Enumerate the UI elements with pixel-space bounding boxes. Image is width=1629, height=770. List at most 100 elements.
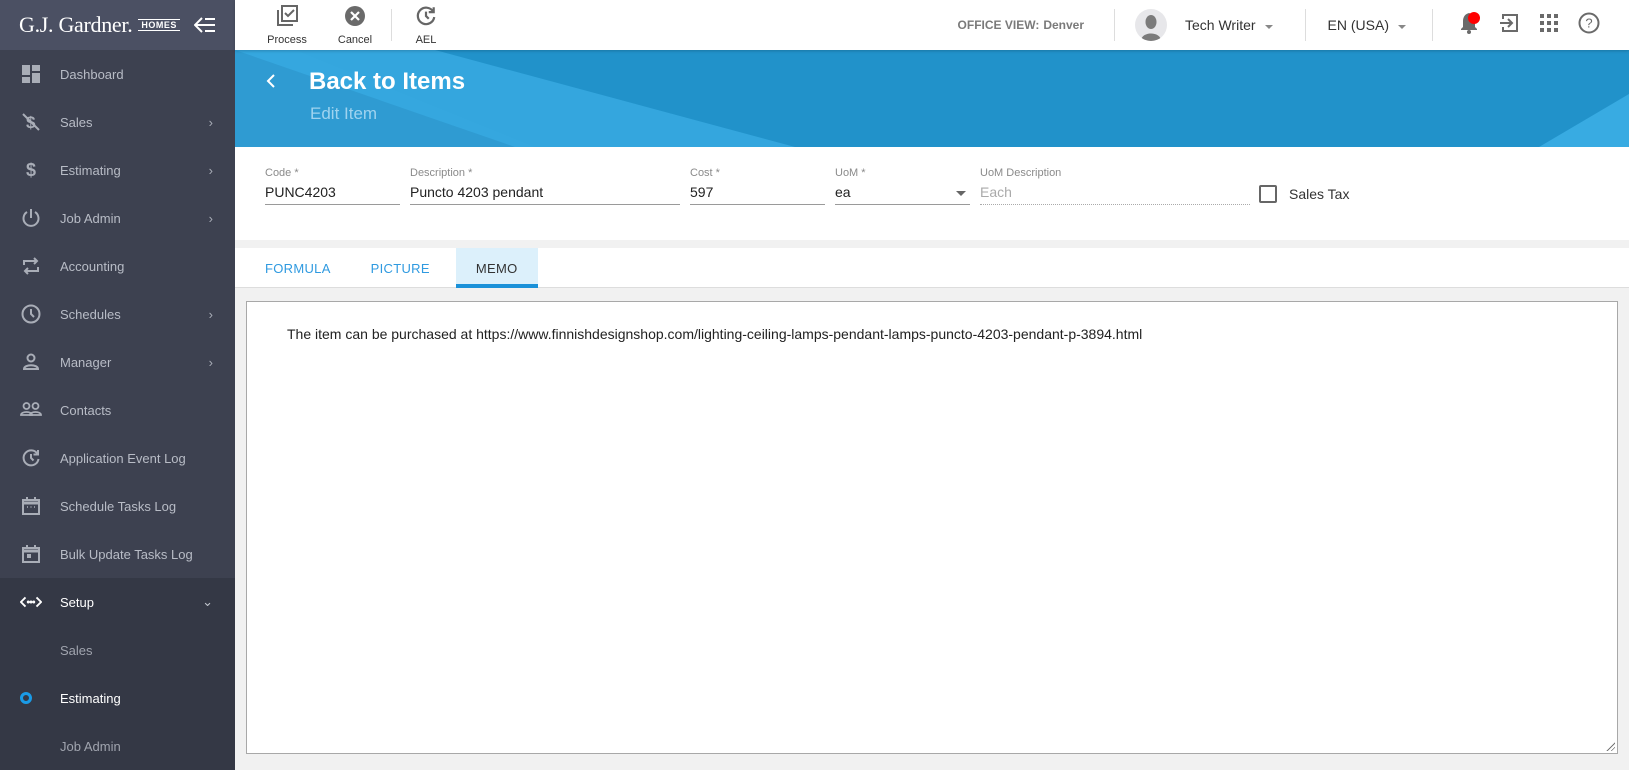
uom-label: UoM * xyxy=(835,167,866,179)
page-subtitle: Edit Item xyxy=(310,104,378,123)
tab-formula[interactable]: FORMULA xyxy=(245,248,351,288)
swap-arrows-icon xyxy=(20,255,42,277)
checkbox-icon[interactable] xyxy=(1259,185,1277,203)
sidebar-item-schedules[interactable]: Schedules › xyxy=(0,290,235,338)
top-bar: Process Cancel AEL OFFICE VIEW: Denver Te… xyxy=(235,0,1629,50)
sales-tax-label: Sales Tax xyxy=(1289,186,1350,202)
sidebar-item-application-event-log[interactable]: Application Event Log xyxy=(0,434,235,482)
cost-label: Cost * xyxy=(690,167,720,179)
calendar-event-icon xyxy=(20,543,42,565)
user-menu[interactable]: Tech Writer xyxy=(1115,9,1305,41)
chevron-right-icon: › xyxy=(208,354,213,370)
description-input[interactable]: Puncto 4203 pendant xyxy=(410,183,680,205)
dropdown-arrow-icon xyxy=(956,191,966,196)
caret-down-icon xyxy=(1398,24,1406,29)
dashboard-icon xyxy=(20,63,42,85)
logout-button[interactable] xyxy=(1489,5,1529,45)
grid-icon xyxy=(1540,13,1558,37)
chevron-down-icon: ⌄ xyxy=(202,594,213,609)
sidebar-subitem-estimating[interactable]: Estimating xyxy=(0,674,235,722)
sidebar-item-schedule-tasks-log[interactable]: Schedule Tasks Log xyxy=(0,482,235,530)
sidebar-item-label: Estimating xyxy=(60,162,121,178)
resize-handle-icon[interactable] xyxy=(1605,741,1615,751)
code-label: Code * xyxy=(265,167,299,179)
sidebar-subitem-label: Sales xyxy=(60,642,93,658)
back-to-items-link[interactable]: Back to Items xyxy=(265,68,465,96)
sales-tax-checkbox[interactable]: Sales Tax xyxy=(1259,185,1349,203)
tab-picture[interactable]: PICTURE xyxy=(351,248,450,288)
cancel-button[interactable]: Cancel xyxy=(321,0,389,50)
cost-field[interactable]: Cost * 597 xyxy=(690,167,825,205)
brand-logo-sub: HOMES xyxy=(138,19,180,31)
sidebar-item-setup[interactable]: Setup ⌄ xyxy=(0,578,235,626)
help-icon: ? xyxy=(1578,12,1600,39)
user-name: Tech Writer xyxy=(1185,17,1256,33)
page-banner: Back to Items Edit Item xyxy=(235,50,1629,147)
sidebar-item-sales[interactable]: $ Sales › xyxy=(0,98,235,146)
svg-text:$: $ xyxy=(26,160,36,180)
sidebar-subitem-sales[interactable]: Sales xyxy=(0,626,235,674)
uom-description-field: UoM Description Each xyxy=(980,167,1250,205)
sidebar-subitem-label: Job Admin xyxy=(60,738,121,754)
dollar-icon: $ xyxy=(20,159,42,181)
caret-down-icon xyxy=(1264,24,1273,29)
chevron-right-icon: › xyxy=(208,306,213,322)
history-icon xyxy=(415,5,437,32)
history-icon xyxy=(20,447,42,469)
office-view-label: OFFICE VIEW: xyxy=(957,18,1040,32)
person-icon xyxy=(20,351,42,373)
sidebar-item-accounting[interactable]: Accounting xyxy=(0,242,235,290)
memo-text: The item can be purchased at https://www… xyxy=(287,326,1143,342)
sidebar-item-label: Schedule Tasks Log xyxy=(60,498,177,514)
sidebar-subitem-job-admin[interactable]: Job Admin xyxy=(0,722,235,770)
apps-button[interactable] xyxy=(1529,5,1569,45)
sidebar-item-job-admin[interactable]: Job Admin › xyxy=(0,194,235,242)
sidebar-item-label: Setup xyxy=(60,594,94,610)
item-tabs: FORMULA PICTURE MEMO xyxy=(235,248,1629,288)
chevron-right-icon: › xyxy=(208,114,213,130)
help-button[interactable]: ? xyxy=(1569,5,1609,45)
cancel-label: Cancel xyxy=(337,33,373,46)
process-button[interactable]: Process xyxy=(253,0,321,50)
memo-textarea[interactable]: The item can be purchased at https://www… xyxy=(246,301,1618,754)
uom-select[interactable]: ea xyxy=(835,183,970,205)
code-icon xyxy=(20,591,42,613)
ael-button[interactable]: AEL xyxy=(392,0,460,50)
chevron-right-icon: › xyxy=(208,210,213,226)
cancel-icon xyxy=(344,5,366,32)
tab-memo[interactable]: MEMO xyxy=(455,248,538,288)
uom-description-input: Each xyxy=(980,183,1250,205)
collapse-sidebar-icon[interactable] xyxy=(193,17,216,33)
avatar xyxy=(1135,9,1167,41)
sidebar-item-contacts[interactable]: Contacts xyxy=(0,386,235,434)
process-label: Process xyxy=(267,33,307,46)
code-field[interactable]: Code * PUNC4203 xyxy=(265,167,400,205)
office-view-value: Denver xyxy=(1043,18,1084,32)
people-icon xyxy=(20,399,42,421)
logo-bar: G.J. Gardner. HOMES xyxy=(0,0,235,50)
sales-dollar-off-icon: $ xyxy=(20,111,42,133)
sidebar: G.J. Gardner. HOMES Dashboard $ Sales › … xyxy=(0,0,235,770)
language-select[interactable]: EN (USA) xyxy=(1306,17,1432,33)
svg-text:?: ? xyxy=(1585,15,1592,30)
sidebar-item-bulk-update-tasks-log[interactable]: Bulk Update Tasks Log xyxy=(0,530,235,578)
chevron-left-icon xyxy=(265,72,309,93)
language-value: EN (USA) xyxy=(1327,17,1389,33)
sidebar-item-estimating[interactable]: $ Estimating › xyxy=(0,146,235,194)
sidebar-item-label: Dashboard xyxy=(60,66,124,82)
notification-badge xyxy=(1468,12,1480,24)
sidebar-item-manager[interactable]: Manager › xyxy=(0,338,235,386)
cost-input[interactable]: 597 xyxy=(690,183,825,205)
description-field[interactable]: Description * Puncto 4203 pendant xyxy=(410,167,680,205)
clock-icon xyxy=(20,303,42,325)
exit-icon xyxy=(1499,13,1519,38)
notifications-button[interactable] xyxy=(1449,5,1489,45)
sidebar-item-dashboard[interactable]: Dashboard xyxy=(0,50,235,98)
uom-field[interactable]: UoM * ea xyxy=(835,167,970,205)
page-title: Back to Items xyxy=(309,68,466,95)
chevron-right-icon: › xyxy=(208,162,213,178)
banner-decoration xyxy=(1539,94,1629,147)
sidebar-item-label: Manager xyxy=(60,354,112,370)
sidebar-subitem-label: Estimating xyxy=(60,690,121,706)
code-input[interactable]: PUNC4203 xyxy=(265,183,400,205)
